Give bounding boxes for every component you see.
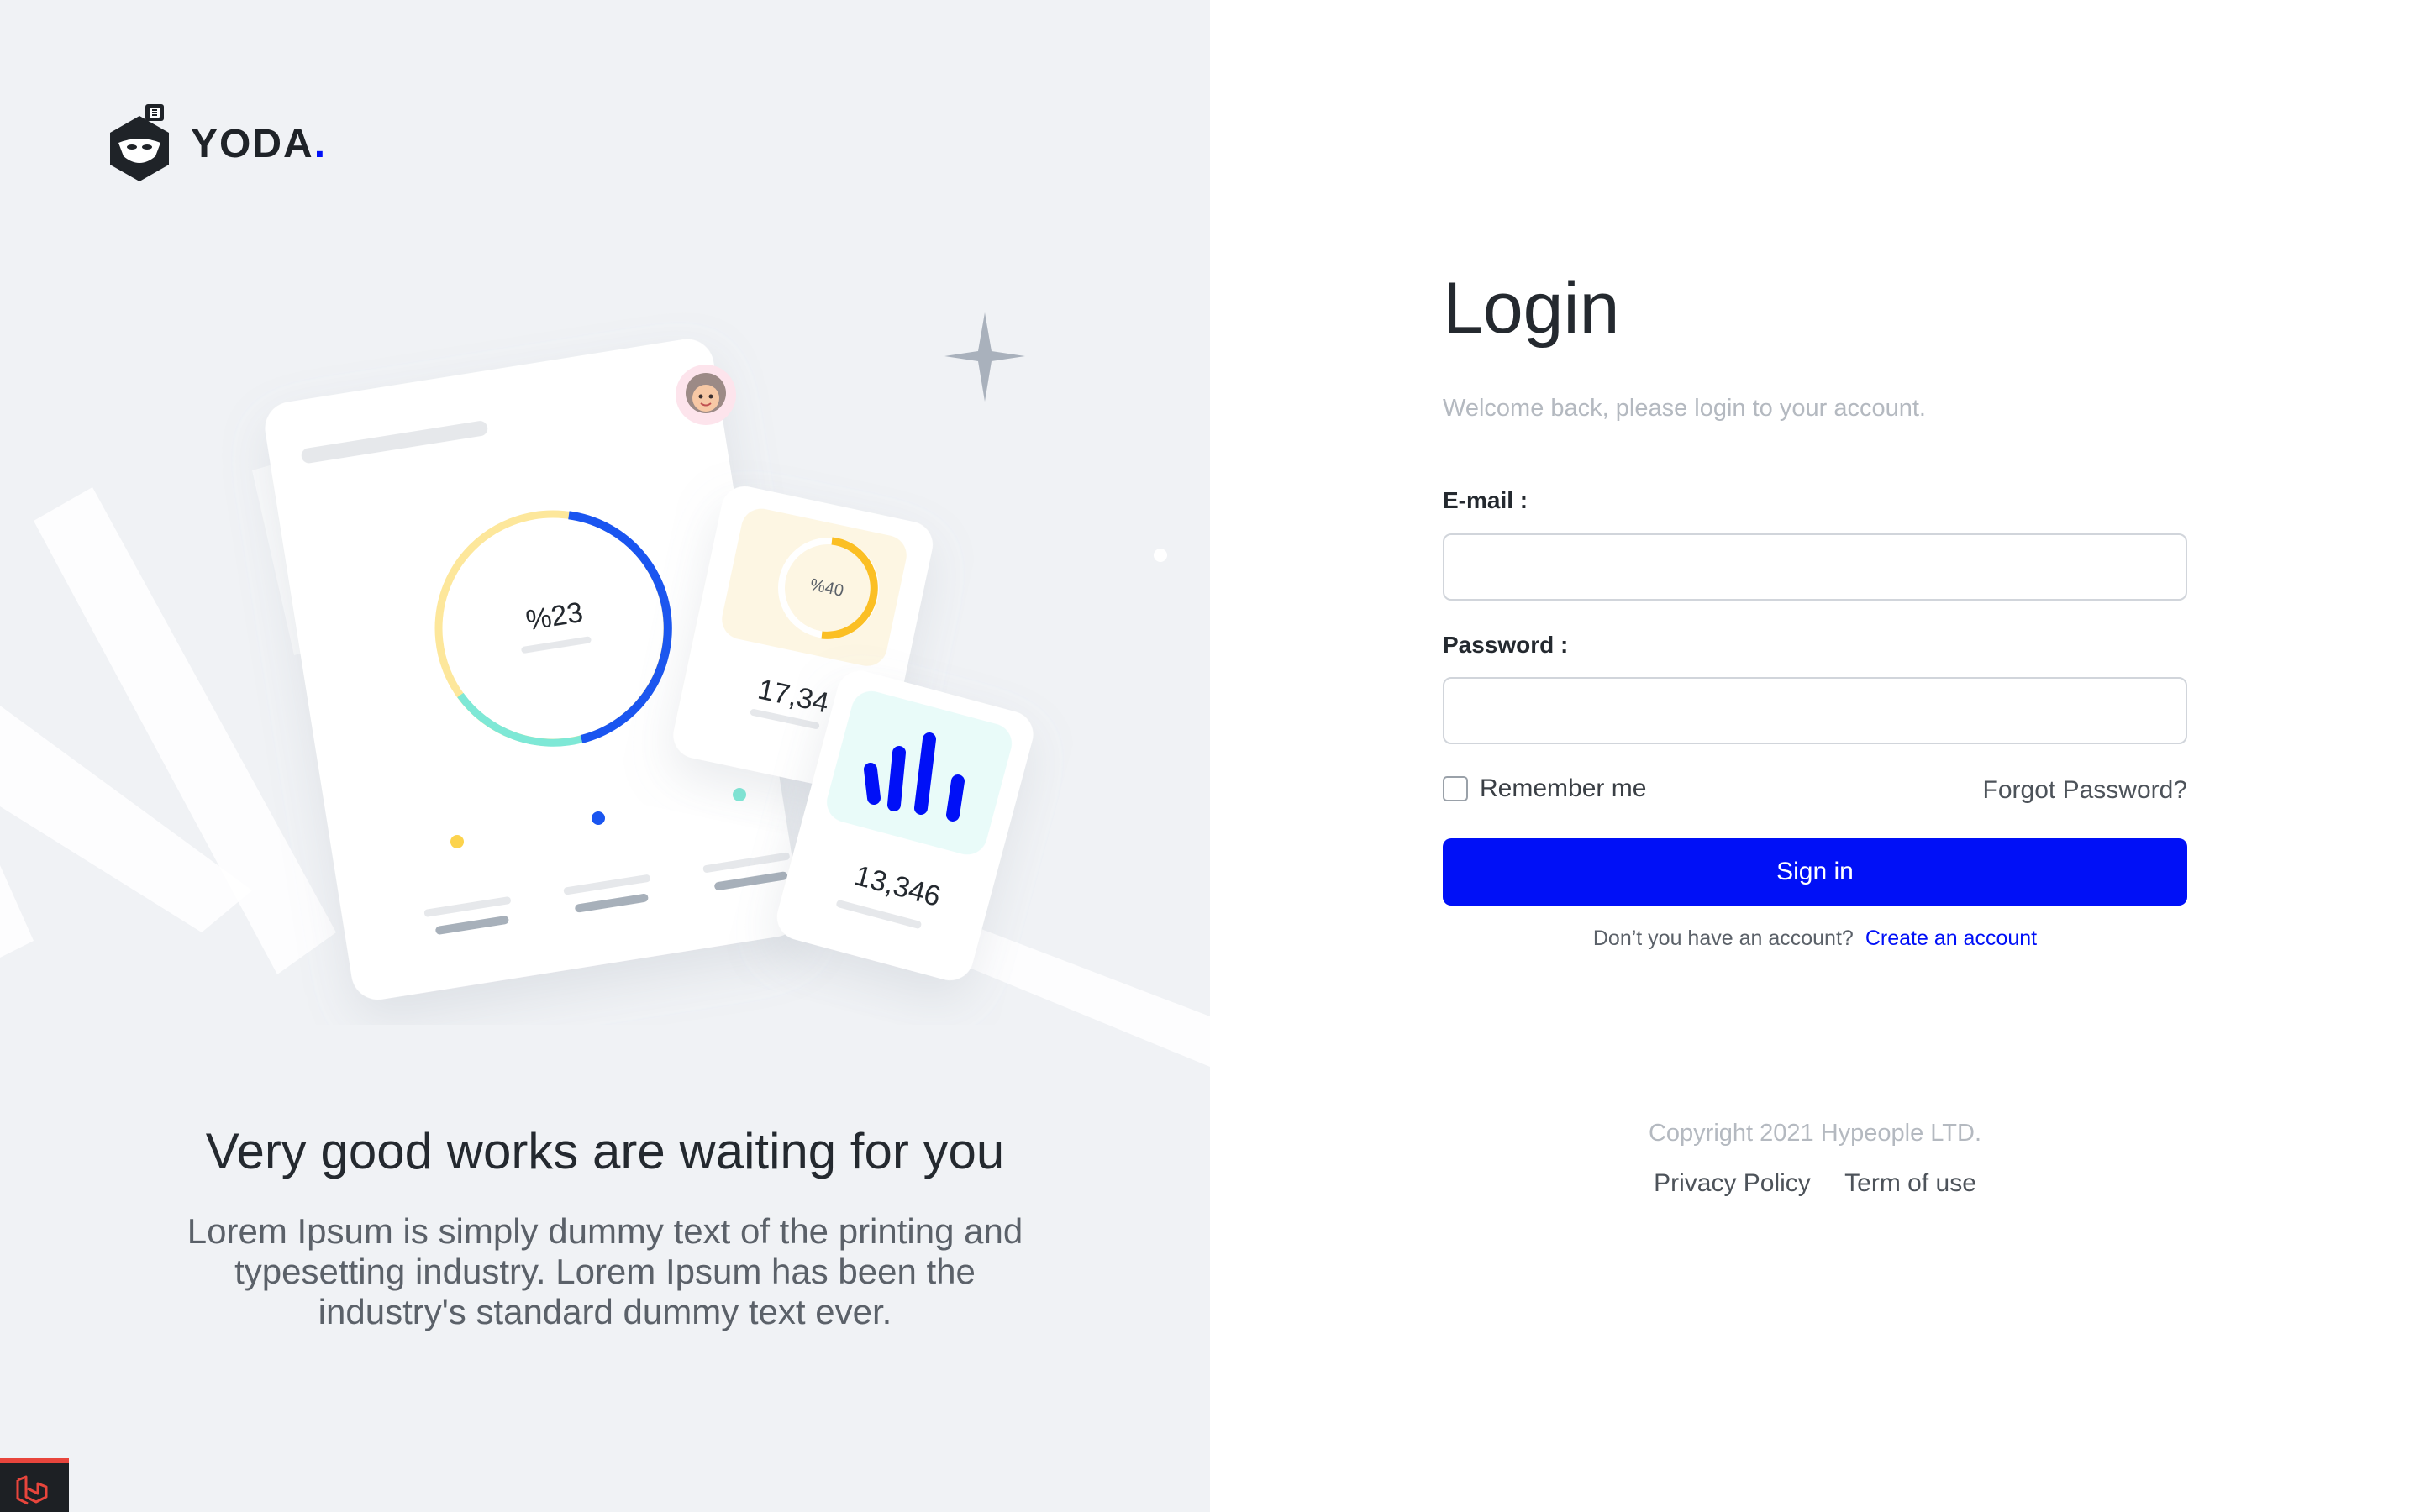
- brand-name: YODA.: [191, 121, 328, 166]
- no-account-text: Don’t you have an account?: [1592, 927, 1854, 950]
- email-label: E-mail :: [1443, 487, 1528, 513]
- password-label: Password :: [1443, 632, 1569, 658]
- login-panel: Login Welcome back, please login to your…: [1210, 0, 2420, 1512]
- debug-badge[interactable]: [0, 1458, 69, 1512]
- ninja-shield-icon: [110, 104, 169, 181]
- hero-description: Lorem Ipsum is simply dummy text of the …: [187, 1211, 1023, 1331]
- terms-link[interactable]: Term of use: [1844, 1169, 1976, 1197]
- hero-tagline: Very good works are waiting for you: [205, 1123, 1005, 1179]
- forgot-password-link[interactable]: Forgot Password?: [1983, 776, 2187, 805]
- login-subtitle: Welcome back, please login to your accou…: [1443, 395, 1926, 422]
- star-sparkle-icon: [944, 312, 1025, 402]
- sign-in-button[interactable]: Sign in: [1443, 838, 2187, 906]
- remember-checkbox[interactable]: [1443, 776, 1468, 801]
- privacy-policy-link[interactable]: Privacy Policy: [1654, 1169, 1811, 1197]
- signup-prompt: Don’t you have an account? Create an acco…: [1443, 927, 2187, 951]
- password-field[interactable]: [1443, 677, 2187, 744]
- login-title: Login: [1443, 268, 1620, 349]
- create-account-link[interactable]: Create an account: [1865, 927, 2037, 950]
- remember-me[interactable]: Remember me: [1443, 774, 1646, 803]
- dashboard-illustration: %23 %40 17,34 13,346: [265, 312, 1167, 1000]
- email-field[interactable]: [1443, 533, 2187, 601]
- hero-panel: YODA. %23 %40 17,34 13,346 Very good wor…: [0, 0, 1210, 1512]
- avatar-face-icon: [676, 365, 736, 425]
- copyright: Copyright 2021 Hypeople LTD.: [1648, 1120, 1982, 1147]
- remember-label: Remember me: [1480, 774, 1647, 802]
- laravel-icon: [16, 1475, 48, 1505]
- brand-logo[interactable]: YODA.: [107, 104, 327, 183]
- footer-links: Privacy Policy Term of use: [1210, 1169, 2420, 1198]
